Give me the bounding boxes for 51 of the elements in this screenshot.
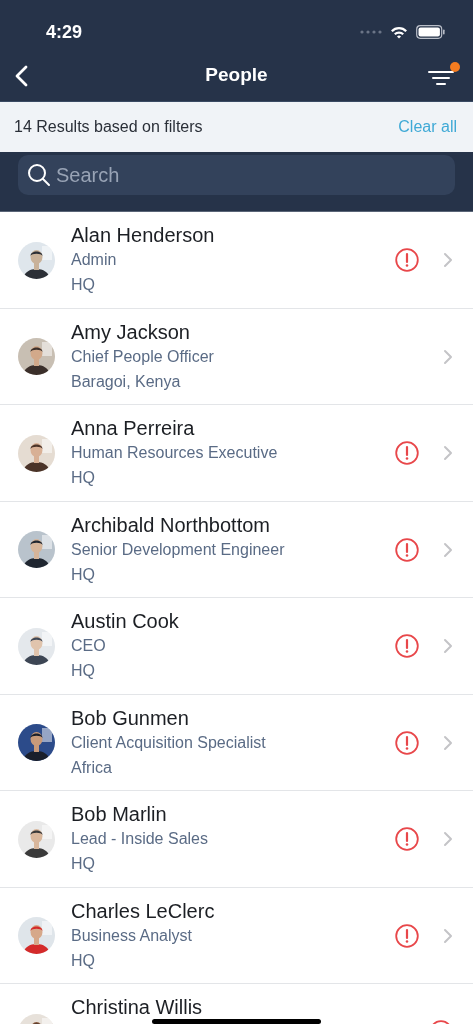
person-row[interactable]: Bob Marlin Lead - Inside Sales HQ: [0, 791, 473, 888]
person-location: HQ: [71, 854, 96, 874]
person-name: Amy Jackson: [71, 319, 191, 344]
person-row[interactable]: Austin Cook CEO HQ: [0, 598, 473, 695]
person-role: CEO: [71, 636, 107, 656]
person-name: Christina Willis: [71, 995, 204, 1019]
person-row[interactable]: Archibald Northbottom Senior Development Engineer HQ: [0, 501, 473, 598]
person-role: Client Acquisition Specialist: [71, 732, 267, 753]
person-role: Senior Development Engineer: [71, 539, 286, 560]
search-field[interactable]: Search: [18, 155, 455, 195]
battery-icon: [416, 25, 445, 39]
person-location: HQ: [71, 564, 96, 585]
person-row[interactable]: Alan Henderson Admin HQ: [0, 212, 473, 309]
chevron-icon: [443, 348, 453, 365]
filter-button[interactable]: [427, 63, 459, 88]
chevron-icon: [443, 927, 453, 944]
person-row[interactable]: Anna Perreira Human Resources Executive HQ: [0, 405, 473, 502]
status-time: 4:29: [46, 20, 83, 44]
person-row[interactable]: Charles LeClerc Business Analyst HQ: [0, 887, 473, 984]
person-role: Human Resources Executive: [71, 443, 279, 463]
person-location: Baragoi, Kenya: [71, 371, 182, 392]
page-title: People: [205, 63, 268, 88]
person-name: Bob Marlin: [71, 802, 168, 826]
back-icon: [14, 64, 28, 87]
person-role: Business Analyst: [71, 925, 193, 946]
person-name: Anna Perreira: [71, 416, 196, 440]
person-row[interactable]: Bob Gunmen Client Acquisition Specialist Africa: [0, 694, 473, 791]
person-location: Africa: [71, 757, 113, 778]
person-name: Archibald Northbottom: [71, 512, 271, 537]
person-location: HQ: [71, 468, 96, 488]
chevron-icon: [443, 252, 453, 268]
person-name: Austin Cook: [71, 609, 180, 633]
person-role: Lead - Inside Sales: [71, 829, 209, 849]
person-role: Admin: [71, 250, 118, 270]
person-location: HQ: [71, 661, 96, 681]
person-row[interactable]: Amy Jackson Chief People Officer Baragoi, Kenya: [0, 308, 473, 405]
chevron-icon: [443, 541, 453, 558]
person-location: HQ: [71, 950, 96, 971]
chevron-icon: [443, 638, 453, 654]
person-name: Alan Henderson: [71, 223, 216, 247]
chevron-icon: [443, 445, 453, 461]
chevron-icon: [443, 734, 453, 751]
wifi-icon: [390, 25, 408, 39]
back-button[interactable]: [14, 64, 28, 87]
chevron-icon: [443, 831, 453, 847]
person-role: Chief People Officer: [71, 346, 215, 367]
person-name: Charles LeClerc: [71, 898, 216, 923]
signal-icon: [360, 30, 382, 34]
results-summary: 14 Results based on filters: [14, 117, 203, 137]
person-location: HQ: [71, 275, 96, 295]
person-name: Bob Gunmen: [71, 705, 190, 730]
